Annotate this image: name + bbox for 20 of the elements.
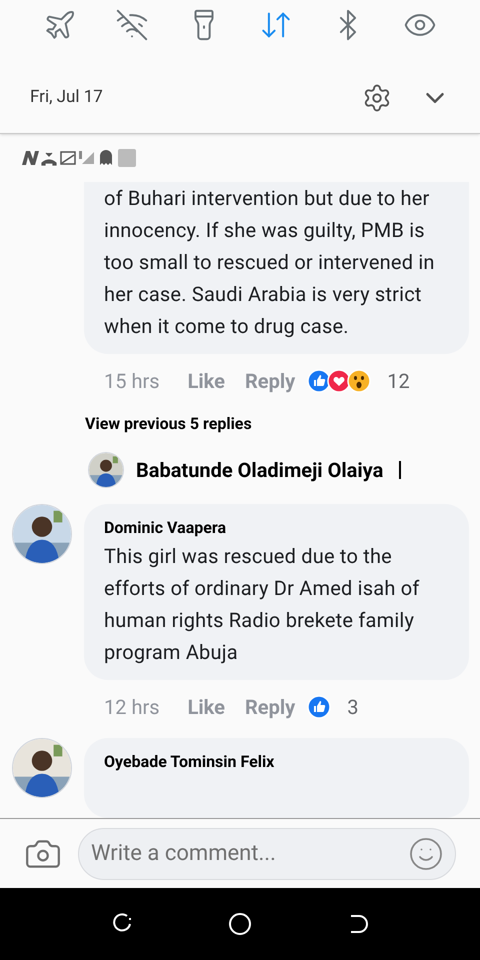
home-icon[interactable] [228, 912, 252, 936]
date-text: Fri, Jul 17 [30, 86, 103, 110]
comment-time: 12 hrs [104, 694, 160, 721]
reaction-count: 3 [347, 694, 358, 721]
wifi-off-icon[interactable] [115, 8, 149, 42]
emoji-icon[interactable] [408, 836, 444, 872]
reply-author[interactable]: Babatunde Oladimeji Olaiya [136, 455, 384, 485]
comment-time: 15 hrs [104, 368, 160, 395]
like-reaction-icon [307, 695, 332, 719]
comment-text: of Buhari intervention but due to her innocency. If she was guilty, PMB is too small to rescued or intervened in her case. Saudi Arabia is very strict when it come to drug case. [104, 185, 436, 340]
settings-icon[interactable] [362, 83, 392, 113]
text-cursor [399, 461, 402, 479]
comment-input[interactable]: Write a comment... [78, 828, 456, 880]
airplane-icon[interactable] [43, 8, 77, 42]
comment-author[interactable]: Oyebade Tominsin Felix [104, 750, 449, 774]
comment-text: This girl was rescued due to the efforts of ordinary Dr Amed isah of human rights Radio brekete family program Abuja [104, 543, 420, 666]
wow-reaction-icon [347, 369, 372, 393]
reaction-count: 12 [387, 368, 410, 395]
view-replies-link[interactable]: View previous 5 replies [85, 412, 252, 436]
comment-author[interactable]: Dominic Vaapera [104, 516, 449, 540]
